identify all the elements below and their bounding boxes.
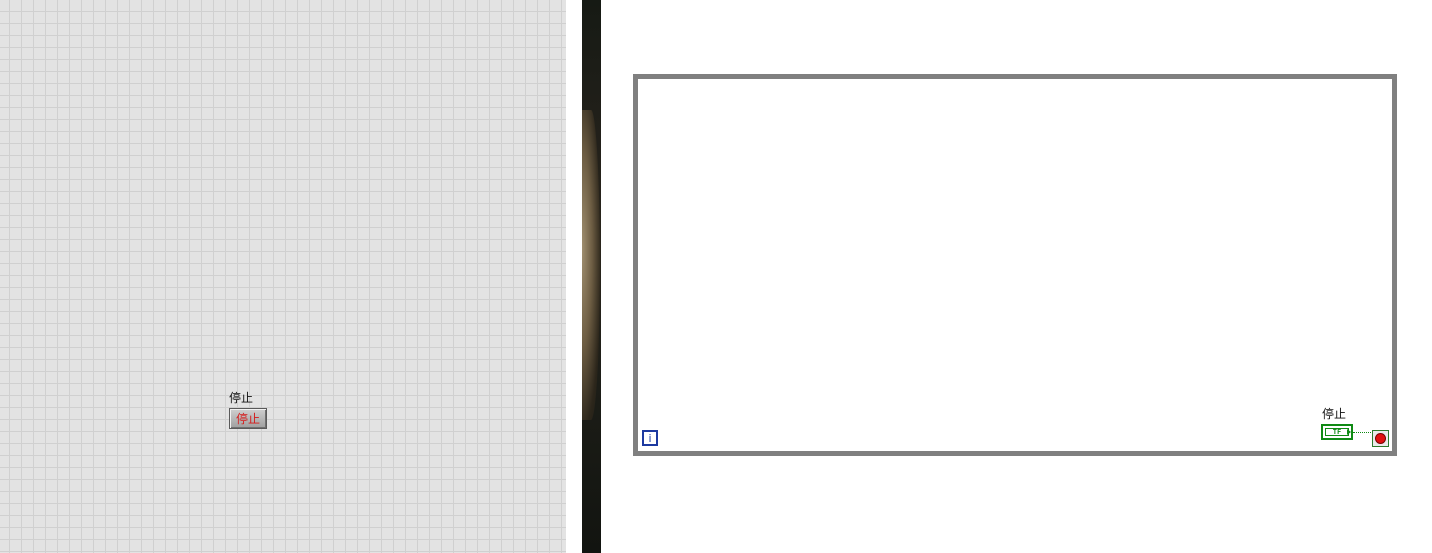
- boolean-wire[interactable]: [1353, 432, 1373, 433]
- stop-button-text: 停止: [235, 411, 260, 426]
- stop-if-true-icon: [1376, 434, 1385, 443]
- stop-button[interactable]: 停止: [229, 408, 267, 429]
- while-loop[interactable]: [633, 74, 1397, 456]
- boolean-terminal-text: TF: [1325, 428, 1349, 436]
- terminal-output-arrow-icon: [1347, 429, 1351, 435]
- loop-condition-terminal[interactable]: [1372, 430, 1389, 447]
- iteration-terminal[interactable]: i: [642, 430, 658, 446]
- desktop-background: [582, 0, 601, 553]
- front-panel[interactable]: 停止 停止: [0, 0, 566, 553]
- front-panel-window-edge: [566, 0, 582, 553]
- wallpaper-fragment: [582, 110, 600, 420]
- stop-control-label: 停止: [229, 391, 254, 405]
- stop-terminal-label: 停止: [1322, 407, 1347, 421]
- iteration-terminal-text: i: [648, 431, 652, 445]
